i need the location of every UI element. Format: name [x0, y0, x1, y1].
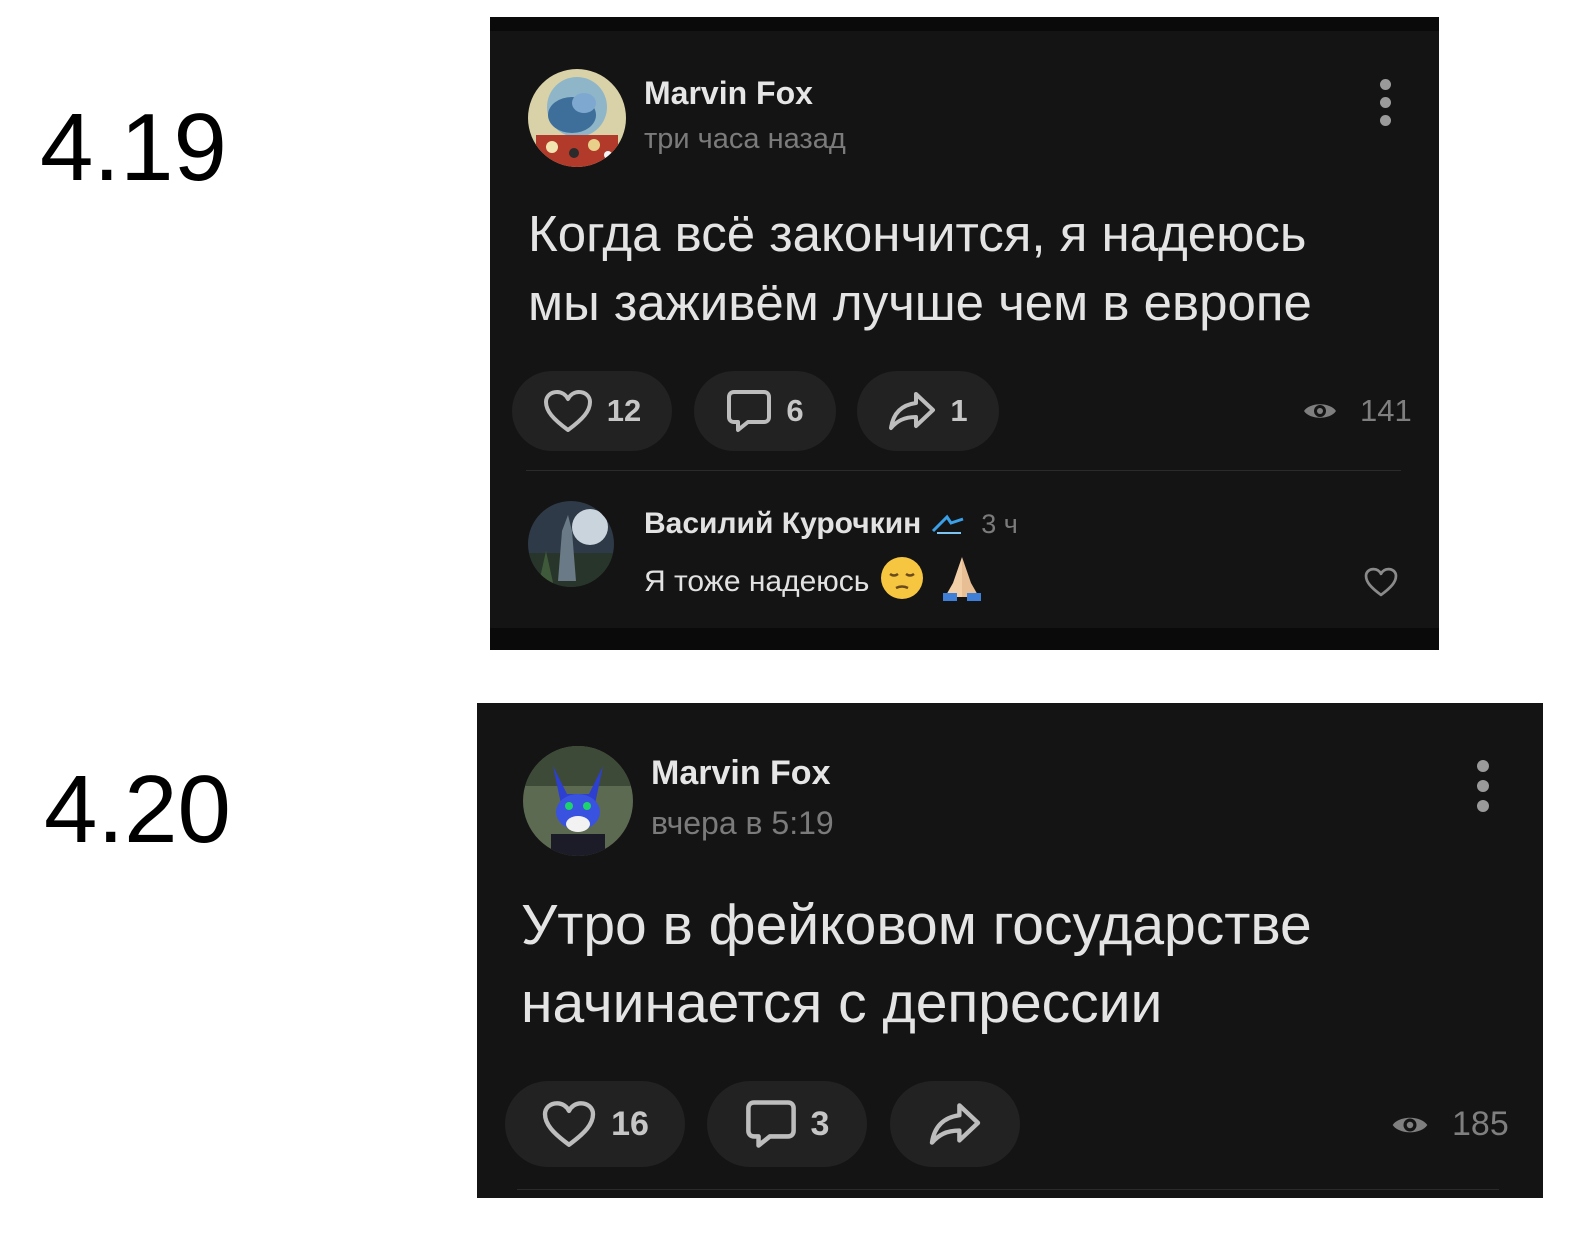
- label-4-20: 4.20: [44, 756, 231, 863]
- view-count: 185: [1452, 1105, 1509, 1143]
- comment-button[interactable]: 6: [694, 371, 836, 451]
- folded-hands-emoji: [935, 553, 989, 611]
- card-bottom-bar: [490, 628, 1439, 650]
- like-count: 12: [606, 393, 642, 428]
- heart-icon: [542, 1101, 596, 1147]
- more-vertical-icon[interactable]: [1476, 760, 1490, 819]
- comment-like-heart-icon[interactable]: [1364, 567, 1398, 597]
- post-card-1: Marvin Fox три часа назад Когда всё зако…: [490, 17, 1439, 650]
- heart-icon: [543, 390, 592, 432]
- comment-icon: [727, 390, 772, 432]
- share-button[interactable]: 1: [857, 371, 999, 451]
- comment-text-row: Я тоже надеюсь: [644, 553, 989, 611]
- more-vertical-icon[interactable]: [1378, 79, 1392, 133]
- like-button[interactable]: 16: [505, 1081, 685, 1167]
- views-counter: 185: [1390, 1105, 1509, 1144]
- share-count: 1: [950, 393, 968, 428]
- author-name[interactable]: Marvin Fox: [644, 75, 813, 112]
- share-icon: [929, 1103, 981, 1145]
- eye-icon: [1304, 404, 1336, 418]
- like-button[interactable]: 12: [512, 371, 672, 451]
- comment-count: 6: [786, 393, 804, 428]
- comments-divider: [526, 470, 1401, 471]
- post-text: Утро в фейковом государстве начинается с…: [521, 893, 1312, 1035]
- author-name[interactable]: Marvin Fox: [651, 754, 830, 793]
- comments-divider: [517, 1189, 1499, 1190]
- post-time: три часа назад: [644, 123, 846, 155]
- comment-count: 3: [810, 1104, 830, 1143]
- zenit-badge-icon: [932, 514, 964, 534]
- commenter-row: Василий Курочкин 3 ч: [644, 507, 1018, 541]
- author-avatar[interactable]: [523, 746, 633, 856]
- post-text: Когда всё закончится, я надеюсь мы зажив…: [528, 205, 1312, 332]
- share-button[interactable]: [890, 1081, 1020, 1167]
- comment-text: Я тоже надеюсь: [644, 565, 870, 598]
- eye-icon: [1392, 1117, 1428, 1132]
- commenter-name[interactable]: Василий Курочкин: [644, 507, 921, 541]
- views-counter: 141: [1302, 393, 1412, 429]
- comment-time: 3 ч: [981, 508, 1018, 539]
- pensive-face-emoji: [879, 555, 925, 609]
- commenter-avatar[interactable]: [528, 501, 614, 587]
- like-count: 16: [611, 1104, 649, 1143]
- post-card-2: Marvin Fox вчера в 5:19 Утро в фейковом …: [477, 703, 1543, 1198]
- comment-button[interactable]: 3: [707, 1081, 867, 1167]
- comment-icon: [745, 1100, 796, 1148]
- post-time: вчера в 5:19: [651, 805, 834, 841]
- view-count: 141: [1360, 393, 1412, 428]
- label-4-19: 4.19: [40, 94, 227, 201]
- share-icon: [889, 392, 936, 430]
- card-top-bar: [490, 17, 1439, 31]
- author-avatar[interactable]: [528, 69, 626, 167]
